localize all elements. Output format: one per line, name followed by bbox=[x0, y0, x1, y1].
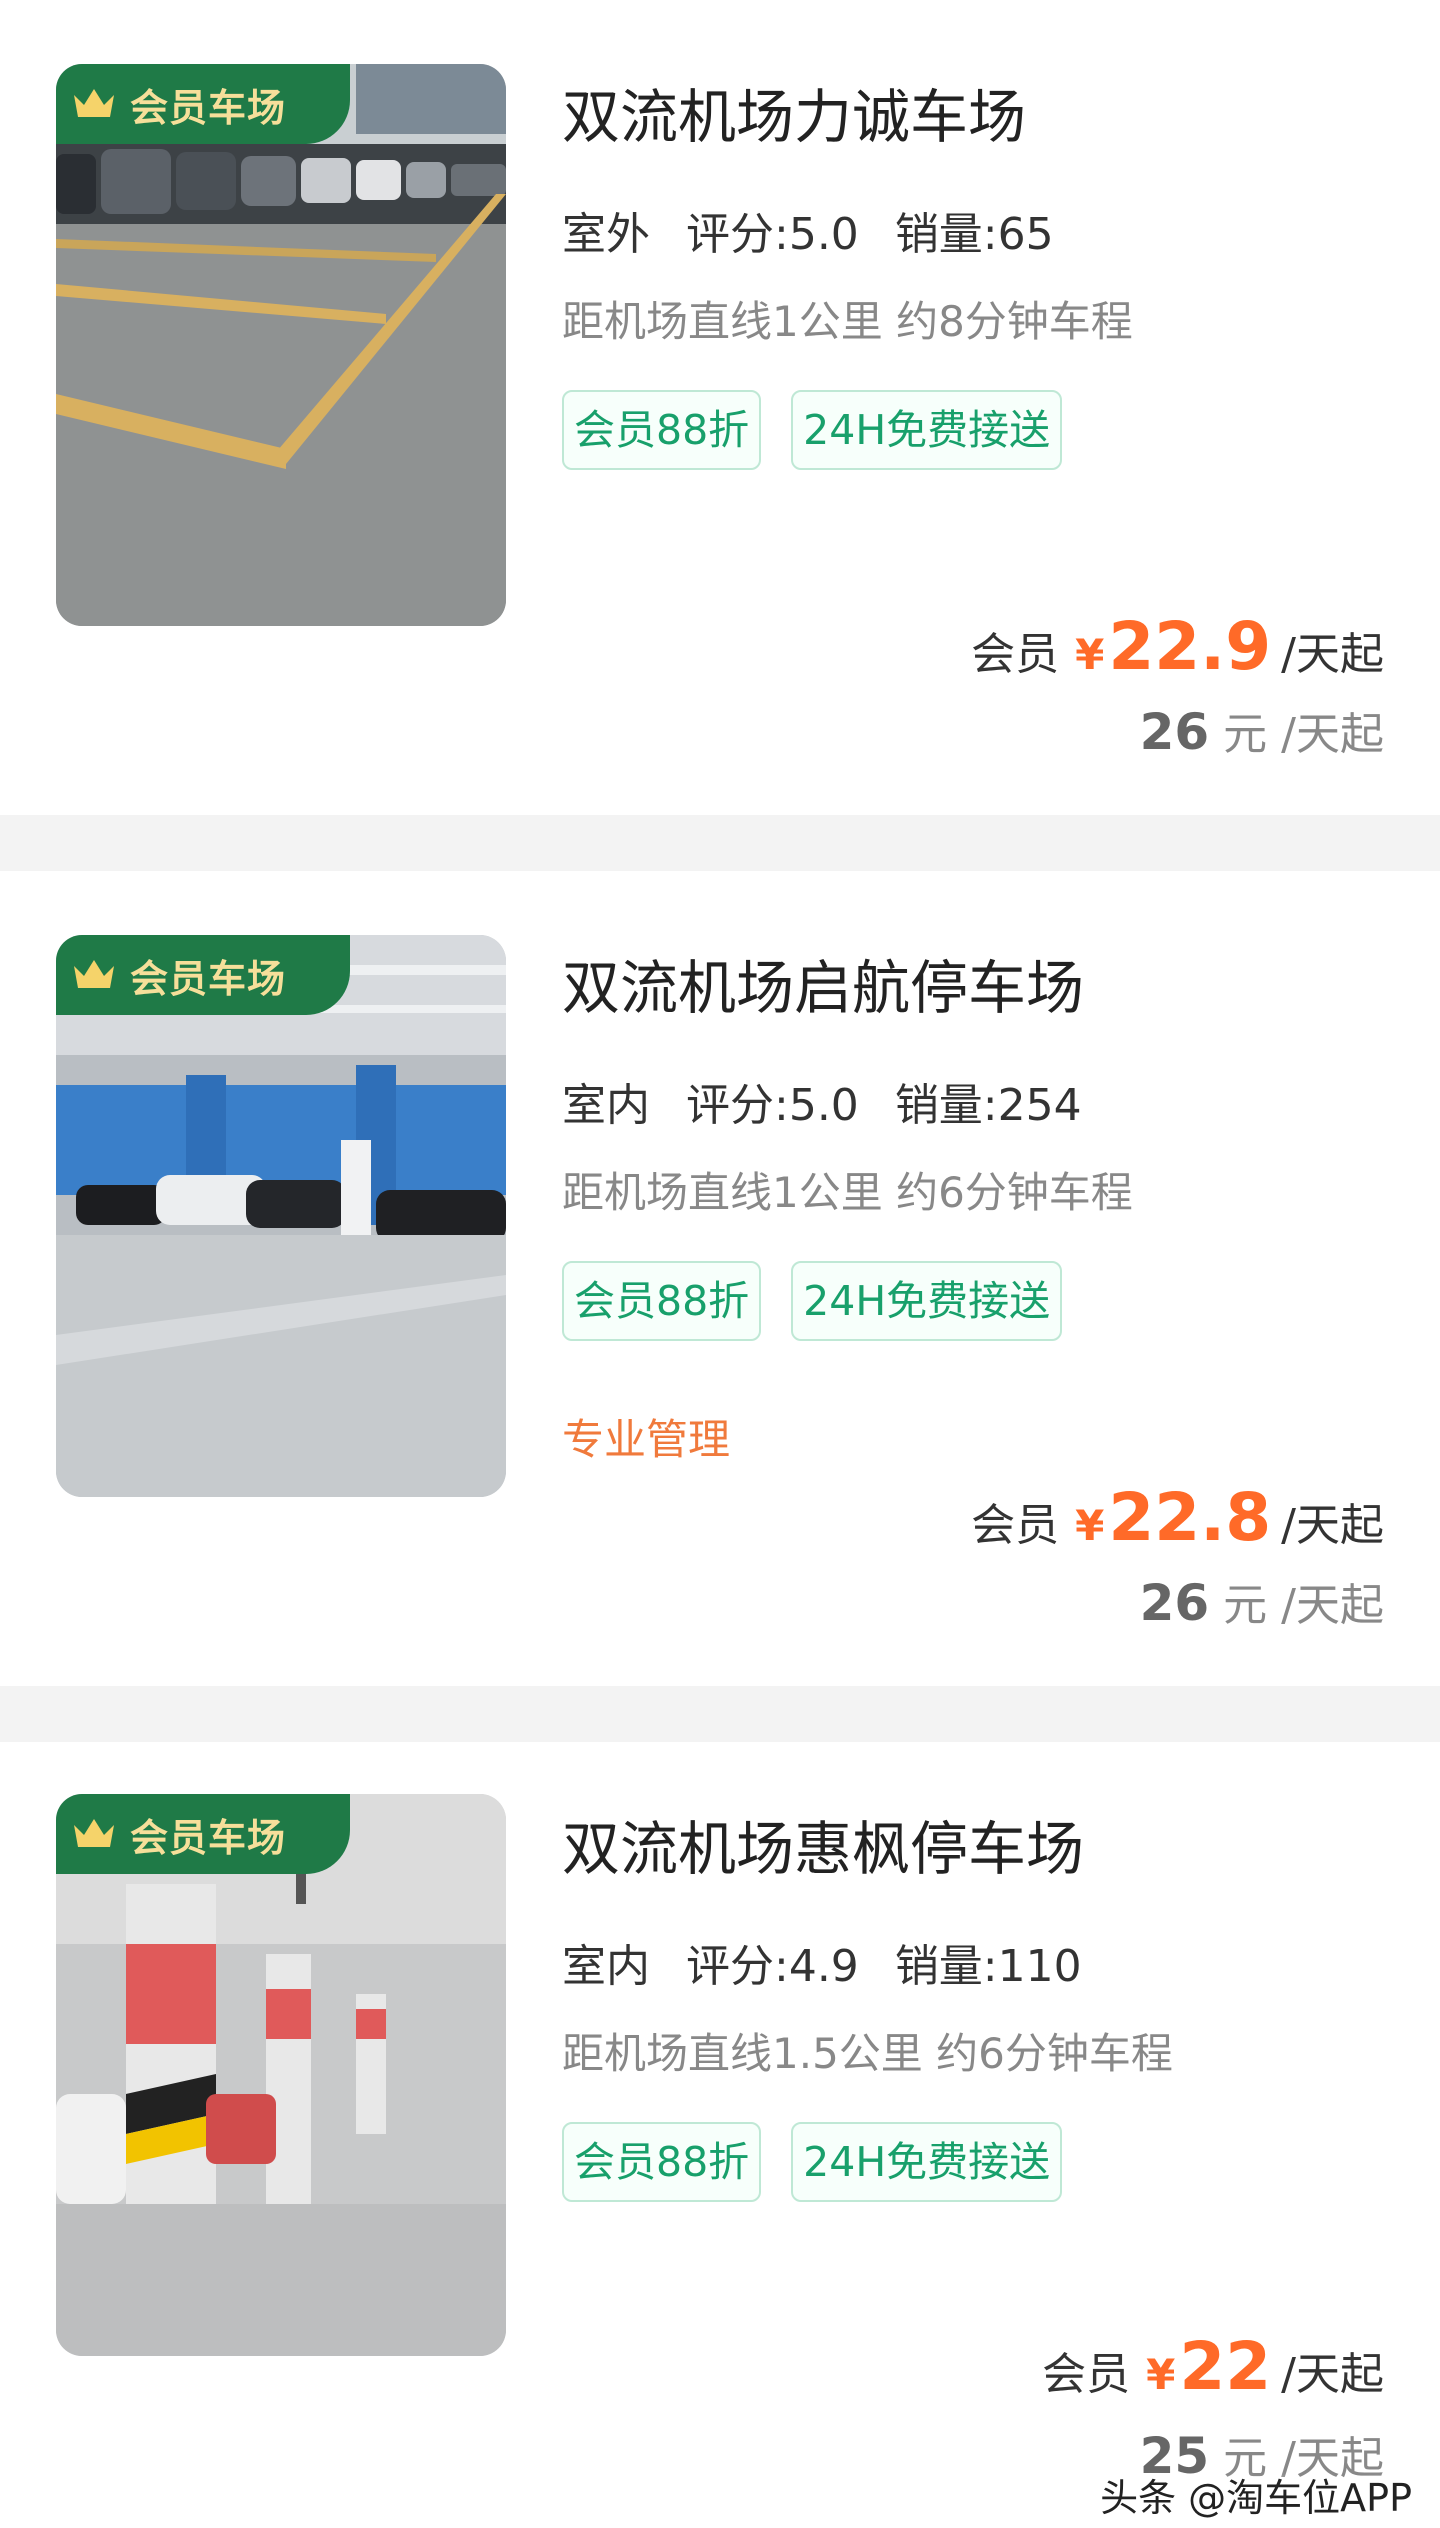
parking-lot-name: 双流机场力诚车场 bbox=[562, 83, 1027, 151]
vip-badge-label: 会员车场 bbox=[130, 1815, 287, 1860]
service-tags: 会员88折 24H免费接送 bbox=[562, 2122, 1063, 2202]
original-price-unit: /天起 bbox=[1281, 1580, 1384, 1631]
environment-label: 室内 bbox=[562, 1069, 652, 1139]
distance-text: 距机场直线1公里 约6分钟车程 bbox=[562, 1168, 1133, 1217]
discount-tag: 会员88折 bbox=[562, 390, 762, 470]
currency-symbol: ¥ bbox=[1075, 630, 1105, 679]
original-price: 26 元 /天起 bbox=[1140, 1569, 1384, 1633]
parking-lot-name: 双流机场启航停车场 bbox=[562, 954, 1085, 1022]
distance-text: 距机场直线1公里 约8分钟车程 bbox=[562, 297, 1133, 346]
source-watermark: 头条 @淘车位APP bbox=[1100, 2476, 1412, 2520]
crown-icon bbox=[74, 1819, 114, 1847]
shuttle-tag: 24H免费接送 bbox=[791, 2122, 1063, 2202]
card-divider bbox=[0, 815, 1440, 871]
parking-lot-photo[interactable]: 会员车场 bbox=[56, 64, 506, 626]
sales-label: 销量:65 bbox=[894, 209, 1054, 260]
original-price-amount: 26 bbox=[1139, 1574, 1210, 1632]
member-price: 会员 ¥ 22 /天起 bbox=[1042, 2328, 1384, 2405]
original-price-amount: 26 bbox=[1139, 703, 1210, 761]
member-price-amount: 22.8 bbox=[1108, 1479, 1272, 1556]
discount-tag: 会员88折 bbox=[562, 1261, 762, 1341]
parking-lot-card[interactable]: 会员车场 双流机场力诚车场 室外 评分:5.0 销量:65 距机场直线1公里 约… bbox=[0, 0, 1440, 815]
parking-lot-card[interactable]: 会员车场 双流机场惠枫停车场 室内 评分:4.9 销量:110 距机场直线1.5… bbox=[0, 1742, 1440, 2528]
outdoor-parking-image bbox=[56, 64, 506, 626]
member-label: 会员 bbox=[971, 1500, 1060, 1551]
vip-lot-badge: 会员车场 bbox=[56, 935, 350, 1015]
member-price: 会员 ¥ 22.9 /天起 bbox=[971, 608, 1384, 685]
service-tags: 会员88折 24H免费接送 bbox=[562, 1261, 1063, 1341]
sales-label: 销量:254 bbox=[894, 1080, 1082, 1131]
card-divider bbox=[0, 1686, 1440, 1742]
parking-lot-photo[interactable]: 会员车场 bbox=[56, 935, 506, 1497]
rating-label: 评分:5.0 bbox=[686, 209, 859, 260]
member-price-amount: 22 bbox=[1179, 2328, 1272, 2405]
crown-icon bbox=[74, 89, 114, 117]
environment-label: 室内 bbox=[562, 1930, 652, 2000]
member-price: 会员 ¥ 22.8 /天起 bbox=[971, 1479, 1384, 1556]
currency-symbol: ¥ bbox=[1075, 1501, 1105, 1550]
garage-parking-image bbox=[56, 1794, 506, 2356]
shuttle-tag: 24H免费接送 bbox=[791, 390, 1063, 470]
price-unit: /天起 bbox=[1281, 1500, 1384, 1551]
member-label: 会员 bbox=[1042, 2349, 1131, 2400]
currency-symbol: ¥ bbox=[1146, 2350, 1176, 2399]
original-price-unit: /天起 bbox=[1281, 709, 1384, 760]
rating-label: 评分:4.9 bbox=[686, 1941, 859, 1992]
parking-lot-meta: 室外 评分:5.0 销量:65 bbox=[562, 198, 1054, 268]
price-unit: /天起 bbox=[1281, 2349, 1384, 2400]
feature-label: 专业管理 bbox=[562, 1415, 731, 1464]
discount-tag: 会员88折 bbox=[562, 2122, 762, 2202]
parking-lot-card[interactable]: 会员车场 双流机场启航停车场 室内 评分:5.0 销量:254 距机场直线1公里… bbox=[0, 871, 1440, 1686]
service-tags: 会员88折 24H免费接送 bbox=[562, 390, 1063, 470]
distance-text: 距机场直线1.5公里 约6分钟车程 bbox=[562, 2029, 1173, 2078]
parking-lot-meta: 室内 评分:5.0 销量:254 bbox=[562, 1069, 1082, 1139]
original-price-yuan: 元 bbox=[1223, 709, 1268, 760]
member-label: 会员 bbox=[971, 629, 1060, 680]
member-price-amount: 22.9 bbox=[1108, 608, 1272, 685]
price-unit: /天起 bbox=[1281, 629, 1384, 680]
vip-lot-badge: 会员车场 bbox=[56, 1794, 350, 1874]
vip-badge-label: 会员车场 bbox=[130, 85, 287, 130]
shuttle-tag: 24H免费接送 bbox=[791, 1261, 1063, 1341]
parking-lot-name: 双流机场惠枫停车场 bbox=[562, 1815, 1085, 1883]
parking-lot-meta: 室内 评分:4.9 销量:110 bbox=[562, 1930, 1082, 2000]
parking-lot-photo[interactable]: 会员车场 bbox=[56, 1794, 506, 2356]
sales-label: 销量:110 bbox=[894, 1941, 1082, 1992]
crown-icon bbox=[74, 960, 114, 988]
environment-label: 室外 bbox=[562, 198, 652, 268]
original-price: 26 元 /天起 bbox=[1140, 698, 1384, 762]
rating-label: 评分:5.0 bbox=[686, 1080, 859, 1131]
vip-badge-label: 会员车场 bbox=[130, 956, 287, 1001]
original-price-yuan: 元 bbox=[1223, 1580, 1268, 1631]
indoor-parking-image bbox=[56, 935, 506, 1497]
vip-lot-badge: 会员车场 bbox=[56, 64, 350, 144]
